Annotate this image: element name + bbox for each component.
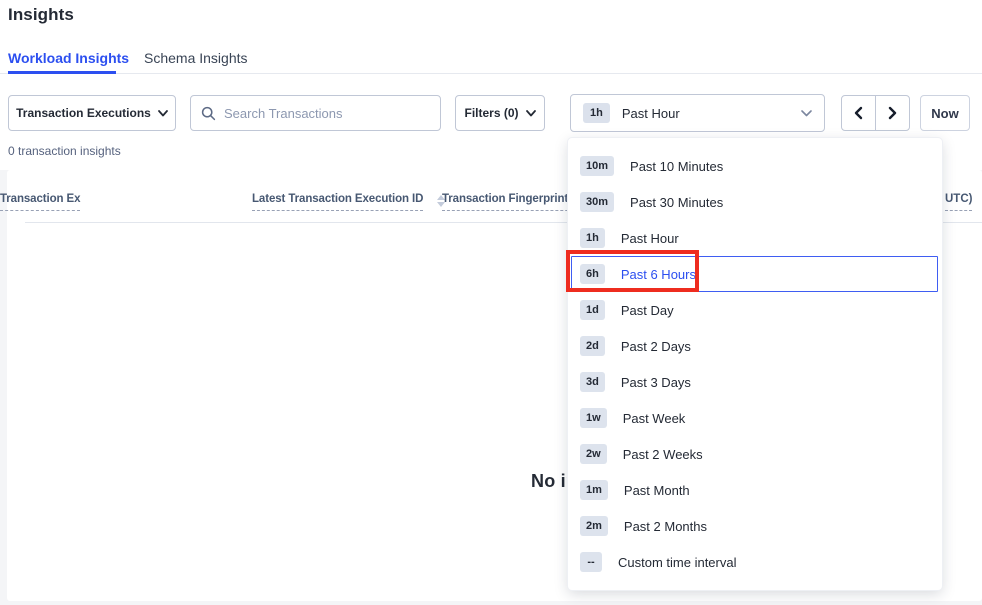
time-interval-label: Past Hour <box>622 106 680 121</box>
time-interval-option[interactable]: 30m Past 30 Minutes <box>568 184 942 220</box>
time-option-label: Past 3 Days <box>621 375 691 390</box>
column-header-utc-fragment: UTC) <box>945 193 972 211</box>
chevron-down-icon <box>526 110 536 117</box>
chevron-left-icon <box>853 106 864 120</box>
time-interval-option[interactable]: 1h Past Hour <box>568 220 942 256</box>
previous-interval-button[interactable] <box>841 95 876 131</box>
tab-workload-insights[interactable]: Workload Insights <box>8 50 129 66</box>
time-option-label: Past Hour <box>621 231 679 246</box>
time-interval-option[interactable]: -- Custom time interval <box>568 544 942 580</box>
time-interval-option[interactable]: 1m Past Month <box>568 472 942 508</box>
filters-label: Filters (0) <box>464 106 518 120</box>
next-interval-button[interactable] <box>875 95 910 131</box>
column-header-label: Transaction Fingerprint ID <box>442 193 583 211</box>
time-interval-option[interactable]: 6h Past 6 Hours <box>571 256 938 292</box>
time-interval-option[interactable]: 2w Past 2 Weeks <box>568 436 942 472</box>
chevron-down-icon <box>158 110 168 117</box>
time-interval-option[interactable]: 1d Past Day <box>568 292 942 328</box>
time-option-badge: 2m <box>580 516 608 536</box>
insights-page: Insights Workload Insights Schema Insigh… <box>0 0 982 605</box>
column-header-label: Transaction Ex <box>0 193 80 211</box>
time-option-label: Custom time interval <box>618 555 736 570</box>
time-option-badge: 1m <box>580 480 608 500</box>
time-option-label: Past 2 Weeks <box>623 447 703 462</box>
column-header[interactable]: Transaction Ex <box>0 193 80 211</box>
time-option-badge: 3d <box>580 372 605 392</box>
time-option-badge: -- <box>580 552 602 572</box>
tabs-divider <box>0 73 982 74</box>
time-interval-selector[interactable]: 1h Past Hour <box>570 94 825 132</box>
time-option-label: Past 10 Minutes <box>630 159 723 174</box>
time-option-label: Past Week <box>623 411 686 426</box>
chevron-right-icon <box>887 106 898 120</box>
time-interval-option[interactable]: 10m Past 10 Minutes <box>568 148 942 184</box>
time-option-label: Past 30 Minutes <box>630 195 723 210</box>
chevron-down-icon <box>801 110 812 117</box>
time-interval-option[interactable]: 1w Past Week <box>568 400 942 436</box>
search-icon <box>201 106 216 121</box>
active-tab-underline <box>8 71 116 74</box>
time-option-badge: 2d <box>580 336 605 356</box>
time-option-badge: 6h <box>580 264 605 284</box>
search-input[interactable] <box>224 106 430 121</box>
time-option-label: Past 2 Days <box>621 339 691 354</box>
time-interval-option[interactable]: 2d Past 2 Days <box>568 328 942 364</box>
time-option-label: Past Day <box>621 303 674 318</box>
time-option-label: Past Month <box>624 483 690 498</box>
time-option-label: Past 6 Hours <box>621 267 696 282</box>
execution-type-dropdown-button[interactable]: Transaction Executions <box>8 95 176 131</box>
time-interval-option[interactable]: 3d Past 3 Days <box>568 364 942 400</box>
time-option-badge: 10m <box>580 156 614 176</box>
now-button[interactable]: Now <box>920 95 970 131</box>
tab-schema-insights[interactable]: Schema Insights <box>144 50 248 66</box>
time-option-badge: 1h <box>580 228 605 248</box>
time-option-label: Past 2 Months <box>624 519 707 534</box>
time-interval-option[interactable]: 2m Past 2 Months <box>568 508 942 544</box>
column-header-label: Latest Transaction Execution ID <box>252 193 423 211</box>
time-range-pager <box>841 95 910 131</box>
insights-count: 0 transaction insights <box>8 144 121 158</box>
execution-type-label: Transaction Executions <box>16 106 151 120</box>
filters-button[interactable]: Filters (0) <box>455 95 545 131</box>
time-option-badge: 2w <box>580 444 607 464</box>
search-box[interactable] <box>190 95 441 131</box>
time-option-badge: 1w <box>580 408 607 428</box>
time-interval-badge: 1h <box>583 103 610 123</box>
time-option-badge: 1d <box>580 300 605 320</box>
time-interval-dropdown-menu: 10m Past 10 Minutes 30m Past 30 Minutes … <box>568 138 942 590</box>
page-title: Insights <box>8 5 74 25</box>
time-option-badge: 30m <box>580 192 614 212</box>
column-header[interactable]: Latest Transaction Execution ID <box>252 193 445 211</box>
